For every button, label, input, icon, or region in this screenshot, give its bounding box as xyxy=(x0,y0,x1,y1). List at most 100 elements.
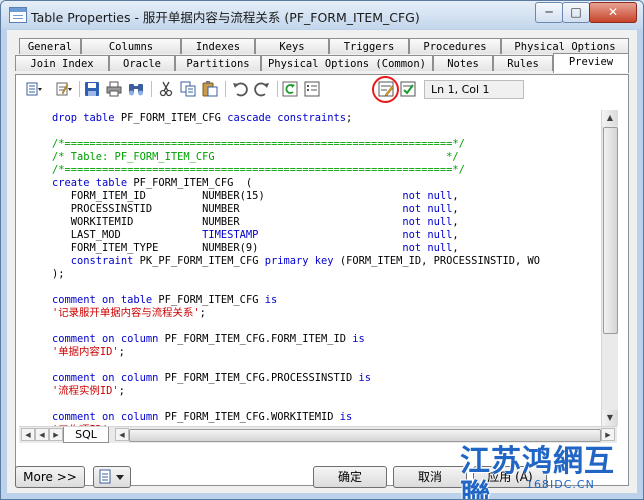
code-token: create table xyxy=(52,177,134,189)
scroll-up-arrow[interactable]: ▲ xyxy=(602,110,618,126)
code-token: PF_FORM_ITEM_CFG.PROCESSINSTID xyxy=(164,372,359,384)
toolbar-separator xyxy=(151,81,152,97)
show-generation-options-icon[interactable] xyxy=(303,80,321,98)
tab-preview[interactable]: Preview xyxy=(553,53,629,73)
next-tab-arrow[interactable]: ▶ xyxy=(49,428,63,441)
tab-columns[interactable]: Columns xyxy=(81,38,181,54)
properties-dropdown-icon[interactable] xyxy=(25,80,43,98)
print-icon[interactable] xyxy=(105,80,123,98)
code-token: FORM_ITEM_ID NUMBER(15) xyxy=(52,190,403,202)
tab-general[interactable]: General xyxy=(19,38,81,54)
save-icon[interactable] xyxy=(83,80,101,98)
tab-oracle[interactable]: Oracle xyxy=(109,55,175,71)
code-token: comment on table xyxy=(52,294,159,306)
vertical-scroll-thumb[interactable] xyxy=(603,127,618,334)
maximize-button[interactable]: □ xyxy=(562,2,590,23)
code-token: ; xyxy=(199,307,206,319)
code-line: comment on column PF_FORM_ITEM_CFG.PROCE… xyxy=(52,372,540,385)
code-token: ; xyxy=(346,112,353,124)
code-token: LAST_MOD xyxy=(52,229,203,241)
scroll-left-arrow[interactable]: ◀ xyxy=(115,428,129,441)
tab-physical-options-common[interactable]: Physical Options (Common) xyxy=(261,55,433,71)
copy-icon[interactable] xyxy=(179,80,197,98)
title-bar[interactable]: Table Properties - 服开单据内容与流程关系 (PF_FORM_… xyxy=(1,1,643,29)
code-token: is xyxy=(352,333,365,345)
watermark-logo: 江苏鸿網互聯 168IDC.CN xyxy=(460,445,638,500)
code-token: PF_FORM_ITEM_CFG xyxy=(120,112,228,124)
sql-code[interactable]: drop table PF_FORM_ITEM_CFG cascade cons… xyxy=(52,112,540,426)
code-token: PF_FORM_ITEM_CFG ( xyxy=(133,177,253,189)
tab-join-index[interactable]: Join Index xyxy=(15,55,109,71)
editor-bottom-bar: ◀ ◀ ▶ SQL ◀ ▶ xyxy=(19,426,617,443)
ok-button[interactable]: 确定 xyxy=(313,466,387,488)
more-button[interactable]: More >> xyxy=(15,466,85,488)
code-token: comment on column xyxy=(52,372,165,384)
tab-partitions[interactable]: Partitions xyxy=(175,55,261,71)
vertical-scrollbar[interactable]: ▲ ▼ xyxy=(601,110,618,426)
cut-icon[interactable] xyxy=(157,80,175,98)
tab-rules[interactable]: Rules xyxy=(493,55,553,71)
code-token: /*======================================… xyxy=(52,138,465,150)
code-token: WORKITEMID NUMBER xyxy=(52,216,403,228)
horizontal-scroll-thumb[interactable] xyxy=(129,429,601,442)
tab-procedures[interactable]: Procedures xyxy=(409,38,501,54)
code-token: ; xyxy=(118,385,125,397)
prev-tab-arrow[interactable]: ◀ xyxy=(35,428,49,441)
menu-dropdown-button[interactable] xyxy=(93,466,131,488)
code-line: PROCESSINSTID NUMBER not null, xyxy=(52,203,540,216)
find-icon[interactable] xyxy=(127,80,145,98)
first-tab-arrow[interactable]: ◀ xyxy=(21,428,35,441)
code-token: FORM_ITEM_TYPE NUMBER(9) xyxy=(52,242,403,254)
code-token: , xyxy=(452,216,459,228)
table-properties-window: Table Properties - 服开单据内容与流程关系 (PF_FORM_… xyxy=(0,0,644,500)
red-highlight-circle xyxy=(372,76,399,103)
property-tabs: General Columns Indexes Keys Triggers Pr… xyxy=(15,38,631,74)
code-token: PF_FORM_ITEM_CFG xyxy=(158,294,265,306)
tab-indexes[interactable]: Indexes xyxy=(181,38,255,54)
code-token: , xyxy=(452,242,459,254)
watermark-main-text: 江苏鸿網互聯 xyxy=(460,444,615,500)
code-token: not null xyxy=(402,190,453,202)
toolbar-separator xyxy=(277,81,278,97)
code-line: FORM_ITEM_TYPE NUMBER(9) not null, xyxy=(52,242,540,255)
code-line: /* Table: PF_FORM_ITEM_CFG */ xyxy=(52,151,540,164)
code-line: FORM_ITEM_ID NUMBER(15) not null, xyxy=(52,190,540,203)
code-token: is xyxy=(339,411,353,423)
code-line: comment on table PF_FORM_ITEM_CFG is xyxy=(52,294,540,307)
sql-sheet-tab[interactable]: SQL xyxy=(63,427,109,443)
code-line: WORKITEMID NUMBER not null, xyxy=(52,216,540,229)
code-token: , xyxy=(452,190,459,202)
close-button[interactable]: ✕ xyxy=(589,2,637,23)
properties-menu-icon xyxy=(99,469,124,484)
paste-icon[interactable] xyxy=(201,80,219,98)
code-token: , xyxy=(452,203,459,215)
tab-notes[interactable]: Notes xyxy=(433,55,493,71)
edit-dropdown-icon[interactable] xyxy=(55,80,73,98)
tab-physical-options[interactable]: Physical Options xyxy=(501,38,629,54)
cancel-button[interactable]: 取消 xyxy=(393,466,467,488)
toolbar-separator xyxy=(79,81,80,97)
code-line: /*======================================… xyxy=(52,164,540,177)
sql-preview-editor[interactable]: drop table PF_FORM_ITEM_CFG cascade cons… xyxy=(19,110,601,426)
scroll-down-arrow[interactable]: ▼ xyxy=(602,410,618,426)
code-token: comment on column xyxy=(52,411,165,423)
dialog-client-area: General Columns Indexes Keys Triggers Pr… xyxy=(7,30,637,493)
code-line: LAST_MOD TIMESTAMP not null, xyxy=(52,229,540,242)
undo-icon[interactable] xyxy=(231,80,249,98)
code-token: not null xyxy=(402,216,453,228)
code-token: '单据内容ID' xyxy=(52,346,119,358)
redo-icon[interactable] xyxy=(253,80,271,98)
scroll-right-arrow[interactable]: ▶ xyxy=(601,428,615,441)
refresh-icon[interactable] xyxy=(281,80,299,98)
code-token: /* Table: PF_FORM_ITEM_CFG */ xyxy=(52,151,459,163)
code-token: TIMESTAMP xyxy=(202,229,259,241)
minimize-button[interactable]: ─ xyxy=(535,2,563,23)
validate-icon[interactable] xyxy=(399,80,417,98)
code-token: '流程实例ID' xyxy=(52,385,119,397)
tab-keys[interactable]: Keys xyxy=(255,38,329,54)
code-line: /*======================================… xyxy=(52,138,540,151)
tab-triggers[interactable]: Triggers xyxy=(329,38,409,54)
